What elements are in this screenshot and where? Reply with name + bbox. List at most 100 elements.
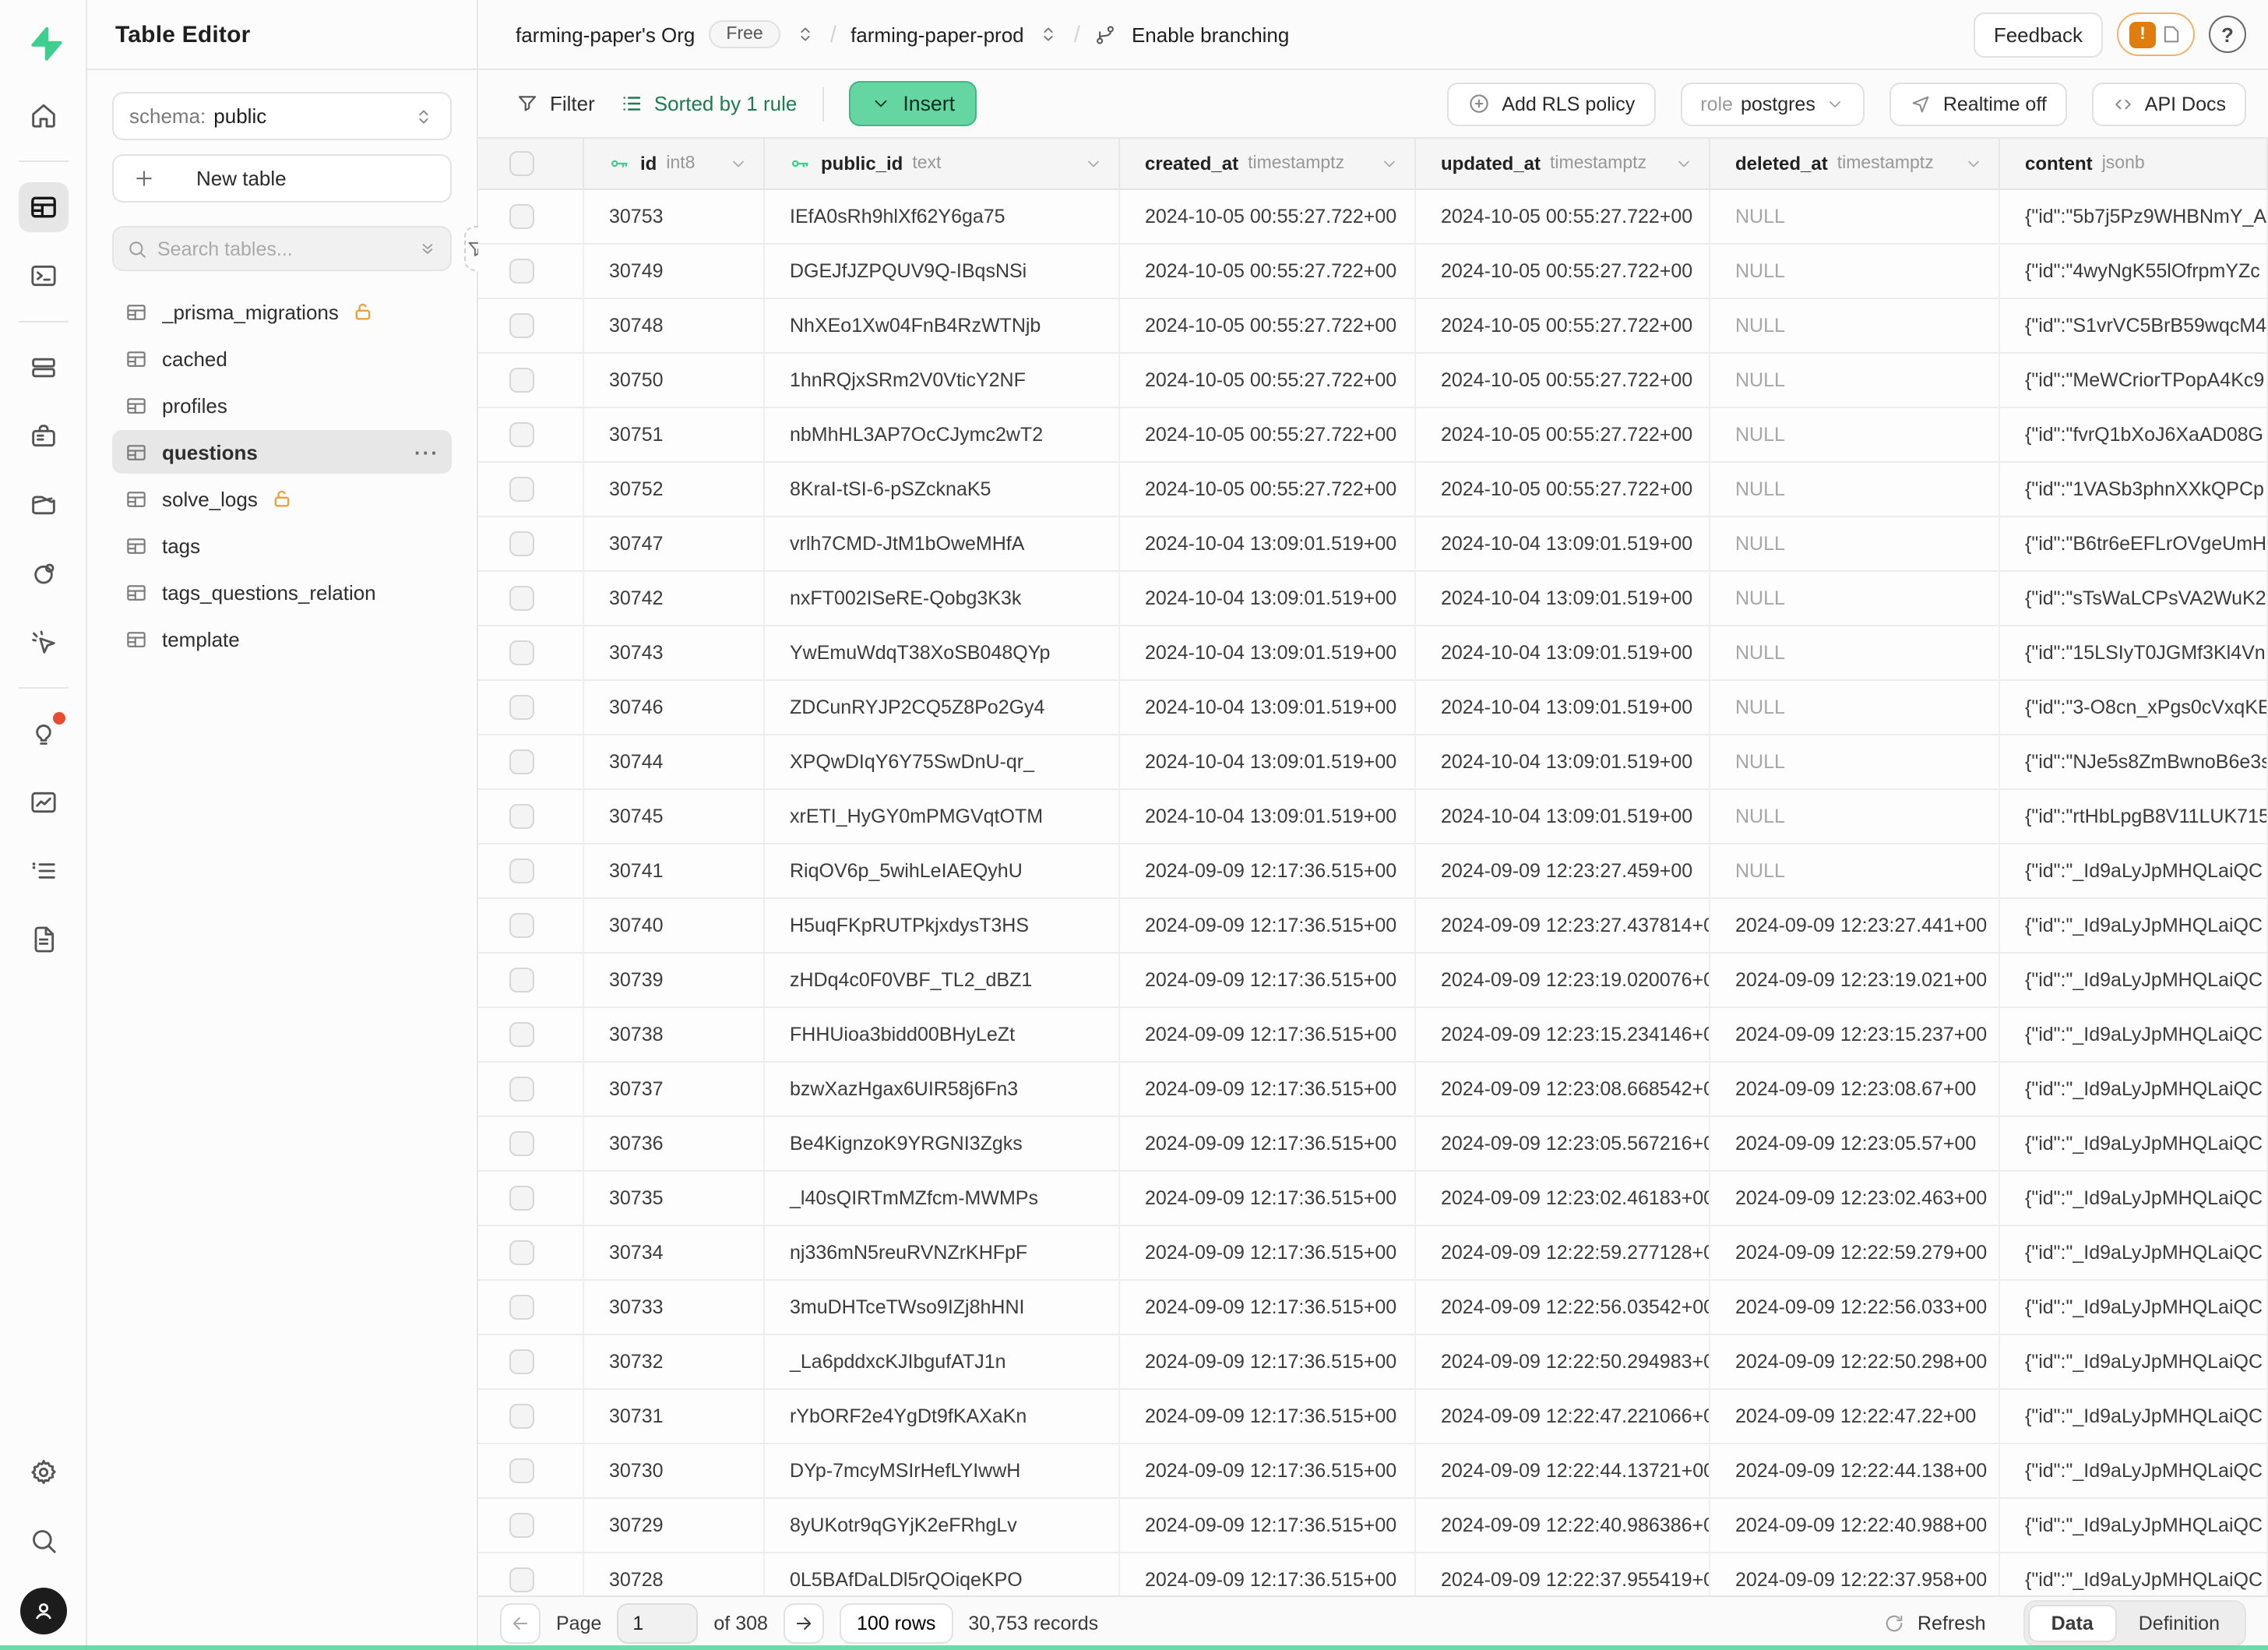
grid-cell[interactable]: 2024-10-05 00:55:27.722+00	[1120, 354, 1416, 407]
chevrons-up-down-icon[interactable]	[794, 23, 816, 45]
grid-cell[interactable]: 30751	[584, 408, 765, 461]
grid-cell[interactable]: 2024-10-04 13:09:01.519+00	[1120, 681, 1416, 734]
grid-cell[interactable]: XPQwDIqY6Y75SwDnU-qr_	[765, 735, 1120, 788]
row-checkbox[interactable]	[509, 1022, 534, 1047]
grid-cell[interactable]: 2024-09-09 12:22:56.03542+00	[1416, 1281, 1710, 1334]
grid-cell[interactable]: 30744	[584, 735, 765, 788]
grid-cell[interactable]: DYp-7mcyMSIrHefLYIwwH	[765, 1444, 1120, 1497]
grid-cell[interactable]: 30752	[584, 463, 765, 516]
grid-cell[interactable]: 30733	[584, 1281, 765, 1334]
grid-cell[interactable]: 2024-10-04 13:09:01.519+00	[1120, 517, 1416, 570]
grid-cell[interactable]: NULL	[1710, 790, 2000, 843]
grid-cell[interactable]: 30749	[584, 245, 765, 298]
grid-cell[interactable]: 2024-09-09 12:22:40.988+00	[1710, 1499, 2000, 1552]
row-checkbox[interactable]	[509, 1458, 534, 1483]
grid-cell[interactable]: 8KraI-tSI-6-pSZcknaK5	[765, 463, 1120, 516]
column-header-updated_at[interactable]: updated_attimestamptz	[1416, 139, 1710, 189]
grid-cell[interactable]: {"id":"_Id9aLyJpMHQLaiQC	[2000, 954, 2268, 1007]
grid-cell[interactable]: {"id":"sTsWaLCPsVA2WuK2	[2000, 572, 2268, 625]
column-menu-chevron-icon[interactable]	[1964, 154, 1983, 173]
tab-data[interactable]: Data	[2028, 1605, 2117, 1642]
grid-cell[interactable]: nxFT002ISeRE-Qobg3K3k	[765, 572, 1120, 625]
grid-cell[interactable]: {"id":"_Id9aLyJpMHQLaiQC	[2000, 1281, 2268, 1334]
grid-cell[interactable]: 30747	[584, 517, 765, 570]
row-checkbox[interactable]	[509, 640, 534, 665]
row-checkbox[interactable]	[509, 749, 534, 774]
grid-cell[interactable]: 2024-09-09 12:23:19.021+00	[1710, 954, 2000, 1007]
sidebar-table-item[interactable]: tags	[112, 524, 452, 567]
grid-cell[interactable]: {"id":"S1vrVC5BrB59wqcM4	[2000, 299, 2268, 352]
grid-cell[interactable]: 30734	[584, 1226, 765, 1279]
api-docs-button[interactable]: API Docs	[2092, 82, 2246, 125]
grid-cell[interactable]: 2024-09-09 12:23:05.567216+00	[1416, 1117, 1710, 1170]
edge-functions-icon[interactable]	[18, 548, 68, 598]
tab-definition[interactable]: Definition	[2117, 1605, 2242, 1642]
feedback-button[interactable]: Feedback	[1974, 12, 2103, 57]
column-header-created_at[interactable]: created_attimestamptz	[1120, 139, 1416, 189]
grid-cell[interactable]: {"id":"NJe5s8ZmBwnoB6e3s	[2000, 735, 2268, 788]
grid-cell[interactable]: 2024-09-09 12:22:44.13721+00	[1416, 1444, 1710, 1497]
grid-cell[interactable]: 2024-09-09 12:22:50.294983+00	[1416, 1335, 1710, 1388]
grid-cell[interactable]: 8yUKotr9qGYjK2eFRhgLv	[765, 1499, 1120, 1552]
grid-cell[interactable]: {"id":"_Id9aLyJpMHQLaiQC	[2000, 1390, 2268, 1443]
grid-cell[interactable]: {"id":"rtHbLpgB8V11LUK7152	[2000, 790, 2268, 843]
grid-cell[interactable]: 2024-10-04 13:09:01.519+00	[1416, 735, 1710, 788]
grid-cell[interactable]: FHHUioa3bidd00BHyLeZt	[765, 1008, 1120, 1061]
sidebar-table-item[interactable]: cached	[112, 337, 452, 380]
grid-cell[interactable]: 2024-10-04 13:09:01.519+00	[1416, 572, 1710, 625]
grid-cell[interactable]: _l40sQIRTmMZfcm-MWMPs	[765, 1172, 1120, 1225]
grid-cell[interactable]: 2024-10-05 00:55:27.722+00	[1416, 245, 1710, 298]
grid-cell[interactable]: 30732	[584, 1335, 765, 1388]
grid-cell[interactable]: 3muDHTceTWso9IZj8hHNI	[765, 1281, 1120, 1334]
page-input[interactable]	[617, 1603, 698, 1644]
grid-cell[interactable]: 2024-09-09 12:17:36.515+00	[1120, 1226, 1416, 1279]
column-header-id[interactable]: idint8	[584, 139, 765, 189]
grid-cell[interactable]: bzwXazHgax6UIR58j6Fn3	[765, 1063, 1120, 1116]
grid-cell[interactable]: 30728	[584, 1553, 765, 1595]
auth-icon[interactable]	[18, 411, 68, 461]
sidebar-table-item[interactable]: questions···	[112, 430, 452, 474]
grid-cell[interactable]: xrETI_HyGY0mPMGVqtOTM	[765, 790, 1120, 843]
grid-cell[interactable]: 2024-10-05 00:55:27.722+00	[1120, 408, 1416, 461]
grid-cell[interactable]: 2024-09-09 12:17:36.515+00	[1120, 1390, 1416, 1443]
filter-button[interactable]: Filter	[516, 92, 595, 115]
grid-cell[interactable]: 2024-09-09 12:23:15.234146+00	[1416, 1008, 1710, 1061]
grid-cell[interactable]: 30742	[584, 572, 765, 625]
row-checkbox[interactable]	[509, 858, 534, 883]
breadcrumb-project[interactable]: farming-paper-prod	[850, 23, 1024, 46]
search-tables-input[interactable]	[157, 238, 408, 259]
grid-cell[interactable]: YwEmuWdqT38XoSB048QYp	[765, 626, 1120, 679]
grid-cell[interactable]: 2024-09-09 12:22:50.298+00	[1710, 1335, 2000, 1388]
grid-cell[interactable]: {"id":"MeWCriorTPopA4Kc9	[2000, 354, 2268, 407]
notifications-button[interactable]: !	[2117, 12, 2195, 56]
grid-cell[interactable]: {"id":"_Id9aLyJpMHQLaiQC	[2000, 1063, 2268, 1116]
grid-cell[interactable]: 1hnRQjxSRm2V0VticY2NF	[765, 354, 1120, 407]
grid-cell[interactable]: NhXEo1Xw04FnB4RzWTNjb	[765, 299, 1120, 352]
grid-cell[interactable]: 2024-09-09 12:17:36.515+00	[1120, 1117, 1416, 1170]
grid-cell[interactable]: 2024-09-09 12:22:47.22+00	[1710, 1390, 2000, 1443]
sidebar-table-item[interactable]: profiles	[112, 383, 452, 427]
column-header-content[interactable]: contentjsonb	[2000, 139, 2268, 189]
advisors-icon[interactable]	[18, 709, 68, 759]
grid-cell[interactable]: 30731	[584, 1390, 765, 1443]
grid-cell[interactable]: 30740	[584, 899, 765, 952]
grid-cell[interactable]: {"id":"_Id9aLyJpMHQLaiQC	[2000, 1117, 2268, 1170]
grid-cell[interactable]: 30736	[584, 1117, 765, 1170]
grid-cell[interactable]: {"id":"_Id9aLyJpMHQLaiQC	[2000, 1553, 2268, 1595]
grid-cell[interactable]: {"id":"4wyNgK55lOfrpmYZc	[2000, 245, 2268, 298]
grid-cell[interactable]: 2024-09-09 12:22:44.138+00	[1710, 1444, 2000, 1497]
grid-cell[interactable]: 2024-09-09 12:23:08.67+00	[1710, 1063, 2000, 1116]
user-avatar[interactable]	[19, 1588, 66, 1634]
row-checkbox[interactable]	[509, 1404, 534, 1429]
grid-cell[interactable]: 2024-09-09 12:17:36.515+00	[1120, 1335, 1416, 1388]
logs-icon[interactable]	[18, 846, 68, 896]
add-rls-policy-button[interactable]: Add RLS policy	[1447, 82, 1655, 125]
column-menu-chevron-icon[interactable]	[729, 154, 748, 173]
grid-cell[interactable]: 2024-09-09 12:22:40.986386+00	[1416, 1499, 1710, 1552]
sidebar-table-item[interactable]: tags_questions_relation	[112, 570, 452, 614]
grid-cell[interactable]: 2024-09-09 12:17:36.515+00	[1120, 1553, 1416, 1595]
schema-select[interactable]: schema: public	[112, 92, 452, 140]
grid-cell[interactable]: 30741	[584, 844, 765, 897]
grid-cell[interactable]: 30750	[584, 354, 765, 407]
grid-cell[interactable]: 2024-09-09 12:22:56.033+00	[1710, 1281, 2000, 1334]
